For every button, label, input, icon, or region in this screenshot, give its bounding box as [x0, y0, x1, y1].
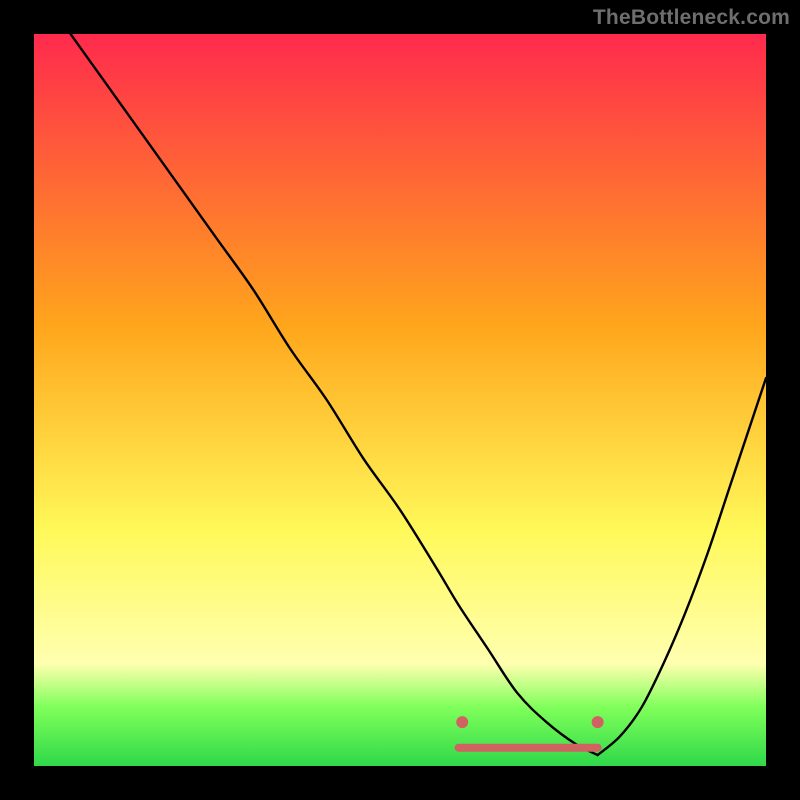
plot-area [34, 34, 766, 766]
right-curve [598, 378, 766, 755]
chart-frame: TheBottleneck.com [0, 0, 800, 800]
left-curve [71, 34, 598, 755]
valley-end-marker [592, 716, 604, 728]
curve-layer [34, 34, 766, 766]
watermark-text: TheBottleneck.com [593, 6, 790, 30]
valley-start-marker [456, 716, 468, 728]
